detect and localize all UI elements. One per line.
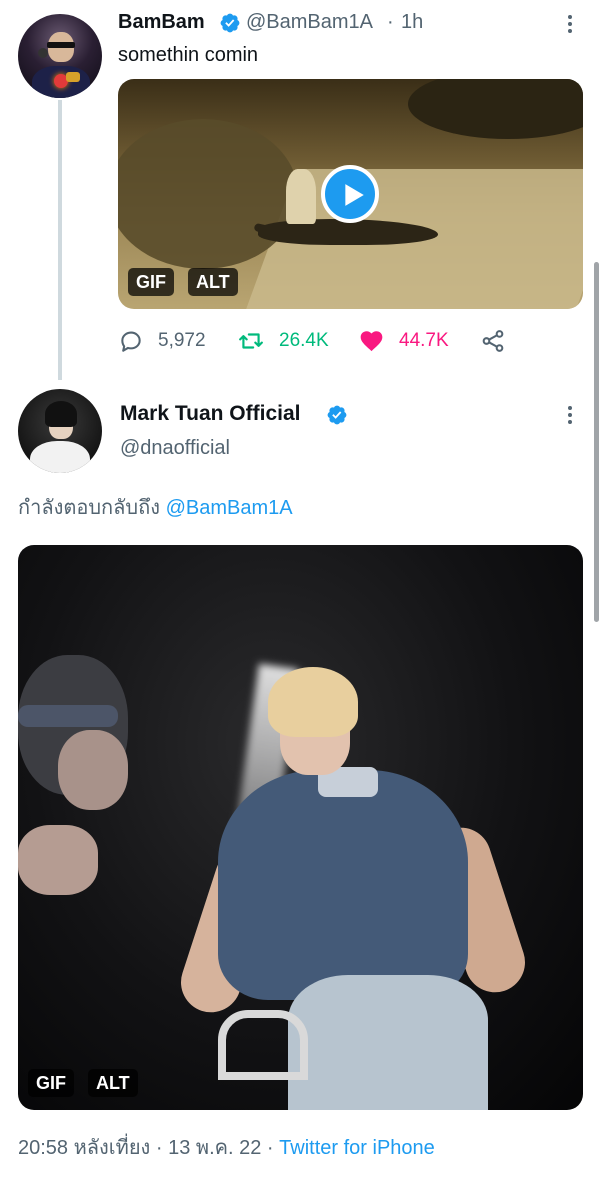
retweet-button[interactable]: 26.4K bbox=[237, 327, 329, 355]
play-button[interactable] bbox=[321, 165, 379, 223]
avatar-figure bbox=[47, 42, 75, 48]
media-scene bbox=[218, 770, 468, 1000]
tweet-time[interactable]: 1h bbox=[401, 11, 423, 34]
alt-text-button[interactable]: ALT bbox=[88, 1069, 138, 1097]
verified-badge-icon bbox=[220, 13, 240, 33]
scrollbar[interactable] bbox=[594, 262, 599, 622]
replying-to-label: กำลังตอบกลับถึง bbox=[18, 497, 160, 519]
reply-count: 5,972 bbox=[158, 330, 206, 351]
share-button[interactable] bbox=[480, 327, 520, 355]
display-name[interactable]: BamBam bbox=[118, 11, 205, 34]
timestamp-text[interactable]: 20:58 หลังเที่ยง · 13 พ.ค. 22 · bbox=[18, 1137, 279, 1159]
replying-to: กำลังตอบกลับถึง @BamBam1A bbox=[18, 491, 293, 523]
reply-button[interactable]: 5,972 bbox=[118, 327, 206, 355]
retweet-count: 26.4K bbox=[279, 330, 329, 351]
handle[interactable]: @BamBam1A bbox=[246, 11, 373, 34]
handle[interactable]: @dnaofficial bbox=[120, 437, 230, 460]
gif-badge: GIF bbox=[28, 1069, 74, 1097]
more-options-icon[interactable] bbox=[560, 403, 580, 427]
more-options-icon[interactable] bbox=[560, 12, 580, 36]
thread-connector-line bbox=[58, 100, 62, 380]
avatar-mark-tuan[interactable] bbox=[18, 389, 102, 473]
media-scene bbox=[18, 705, 118, 727]
media-scene bbox=[408, 79, 583, 139]
tweet-media-gif[interactable]: GIF ALT bbox=[18, 545, 583, 1110]
alt-text-button[interactable]: ALT bbox=[188, 268, 238, 296]
media-scene bbox=[58, 730, 128, 810]
mention-link[interactable]: @BamBam1A bbox=[166, 497, 293, 519]
like-count: 44.7K bbox=[399, 330, 449, 351]
avatar-figure bbox=[45, 401, 77, 427]
share-icon bbox=[482, 330, 504, 352]
media-scene bbox=[286, 169, 316, 224]
avatar-figure bbox=[38, 48, 48, 58]
reply-icon bbox=[121, 331, 141, 352]
media-scene bbox=[18, 825, 98, 895]
media-scene bbox=[288, 975, 488, 1110]
media-scene bbox=[218, 1010, 308, 1080]
like-button[interactable]: 44.7K bbox=[358, 327, 449, 355]
display-name[interactable]: Mark Tuan Official bbox=[120, 402, 300, 426]
avatar-figure bbox=[66, 72, 80, 82]
avatar-figure bbox=[30, 441, 90, 473]
media-scene bbox=[268, 667, 358, 737]
tweet-media-gif[interactable]: GIF ALT bbox=[118, 79, 583, 309]
avatar-bambam[interactable] bbox=[18, 14, 102, 98]
play-icon bbox=[345, 184, 364, 206]
retweet-icon bbox=[239, 333, 263, 349]
tweet-text: somethin comin bbox=[118, 44, 259, 66]
verified-badge-icon bbox=[327, 405, 347, 425]
heart-filled-icon bbox=[360, 331, 383, 352]
source-link[interactable]: Twitter for iPhone bbox=[279, 1137, 435, 1159]
gif-badge: GIF bbox=[128, 268, 174, 296]
separator: · bbox=[387, 11, 394, 33]
tweet-timestamp: 20:58 หลังเที่ยง · 13 พ.ค. 22 · Twitter … bbox=[18, 1131, 435, 1163]
